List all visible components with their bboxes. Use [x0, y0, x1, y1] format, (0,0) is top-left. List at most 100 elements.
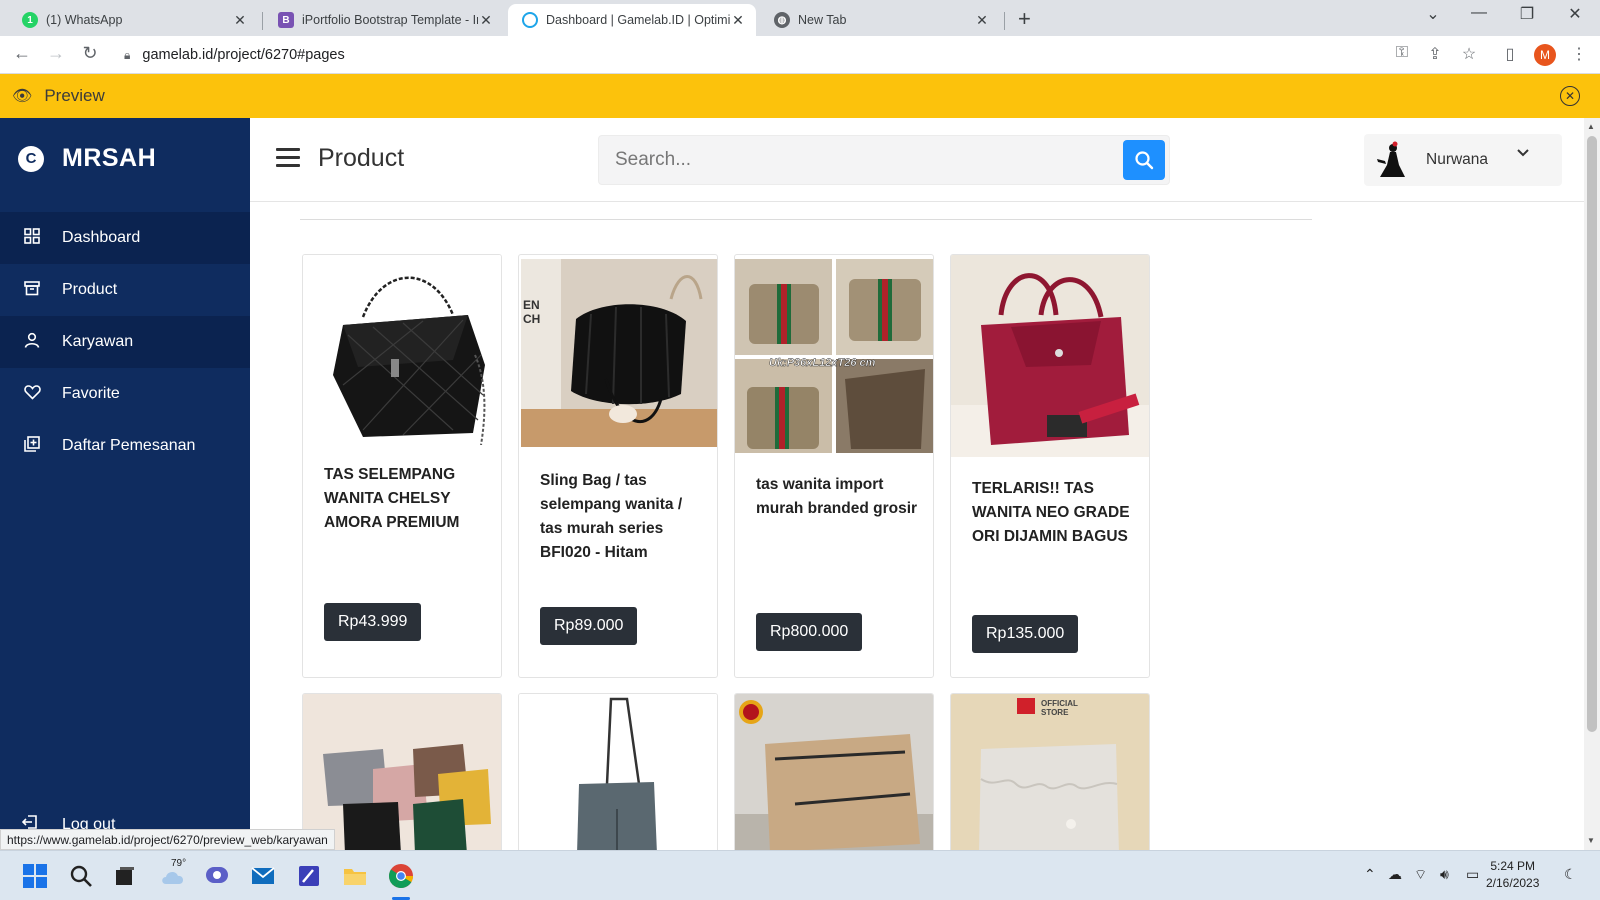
scroll-up-arrow-icon[interactable]: ▲: [1587, 122, 1595, 131]
product-card[interactable]: EN CH Sling Bag / tas selempang wanita /…: [518, 254, 718, 678]
product-price[interactable]: Rp800.000: [756, 613, 863, 651]
product-image: [735, 694, 933, 852]
close-icon[interactable]: ✕: [478, 12, 494, 29]
chrome-icon[interactable]: [386, 861, 416, 891]
svg-text:CH: CH: [523, 312, 540, 326]
image-caption: Uk:P36xL12xT26 cm: [769, 357, 876, 369]
search-button[interactable]: [1123, 140, 1165, 180]
address-bar[interactable]: 🔒︎ gamelab.id/project/6270#pages: [114, 40, 1574, 70]
battery-icon[interactable]: ▭: [1466, 866, 1479, 883]
chevron-up-icon[interactable]: ⌃: [1364, 866, 1376, 883]
close-icon[interactable]: ✕: [232, 12, 248, 29]
tab-iportfolio[interactable]: B iPortfolio Bootstrap Template - In ✕: [264, 4, 504, 36]
user-menu[interactable]: Nurwana: [1364, 134, 1562, 186]
clock-date: 2/16/2023: [1486, 876, 1540, 890]
search-box: [598, 135, 1170, 185]
tab-title: New Tab: [798, 13, 847, 27]
product-name: TAS SELEMPANG WANITA CHELSY AMORA PREMIU…: [324, 466, 460, 531]
weather-temp: 79°: [171, 858, 187, 869]
windows-start-icon[interactable]: [20, 861, 50, 891]
product-name: tas wanita import murah branded grosir: [756, 476, 918, 517]
page-title: Product: [318, 144, 405, 172]
side-panel-icon[interactable]: ▯: [1499, 44, 1521, 64]
reload-icon[interactable]: ↻: [78, 43, 102, 64]
product-name: TERLARIS!! TAS WANITA NEO GRADE ORI DIJA…: [972, 480, 1130, 545]
taskbar: [0, 850, 1600, 900]
tab-title: (1) WhatsApp: [46, 13, 123, 27]
brand[interactable]: C MRSAH: [18, 144, 156, 173]
sidebar-item-karyawan[interactable]: Karyawan: [0, 316, 250, 368]
clock[interactable]: 5:24 PM 2/16/2023: [1486, 858, 1539, 892]
tab-whatsapp[interactable]: 1 (1) WhatsApp ✕: [8, 4, 258, 36]
user-icon: [22, 332, 42, 352]
product-card[interactable]: Uk:P36xL12xT26 cm tas wanita import mura…: [734, 254, 934, 678]
search-icon: [1135, 151, 1154, 170]
product-price[interactable]: Rp89.000: [540, 607, 638, 645]
profile-avatar[interactable]: M: [1534, 44, 1556, 66]
product-card[interactable]: TAS SELEMPANG WANITA CHELSY AMORA PREMIU…: [302, 254, 502, 678]
kebab-menu-icon[interactable]: ⋮: [1568, 44, 1590, 64]
tab-separator: [262, 12, 263, 30]
product-price[interactable]: Rp43.999: [324, 603, 422, 641]
tab-title: Dashboard | Gamelab.ID | Optimi: [546, 13, 730, 27]
bootstrap-icon: B: [278, 12, 294, 28]
volume-icon[interactable]: 🔊︎: [1440, 866, 1449, 883]
bookmark-star-icon[interactable]: ☆: [1458, 44, 1480, 64]
close-preview-icon[interactable]: ✕: [1560, 86, 1580, 106]
chat-icon[interactable]: [202, 861, 232, 891]
tab-new-tab[interactable]: ◍ New Tab ✕: [760, 4, 1000, 36]
forward-arrow-icon[interactable]: →: [44, 43, 68, 64]
vertical-scrollbar[interactable]: ▲ ▼: [1584, 118, 1600, 850]
globe-icon: ◍: [774, 12, 790, 28]
back-arrow-icon[interactable]: ←: [10, 43, 34, 64]
archive-icon: [22, 280, 42, 300]
clock-time: 5:24 PM: [1490, 859, 1536, 873]
sidebar-item-daftar-pemesanan[interactable]: Daftar Pemesanan: [0, 420, 250, 472]
share-icon[interactable]: ⇪: [1424, 44, 1446, 64]
product-card[interactable]: TERLARIS!! TAS WANITA NEO GRADE ORI DIJA…: [950, 254, 1150, 678]
product-name: Sling Bag / tas selempang wanita / tas m…: [540, 472, 683, 561]
preview-label: Preview: [44, 86, 105, 105]
product-card[interactable]: [734, 693, 934, 853]
wifi-icon[interactable]: ⌔: [1414, 866, 1427, 884]
mail-icon[interactable]: [248, 861, 278, 891]
sidebar-item-label: Karyawan: [62, 333, 134, 350]
product-card[interactable]: OFFICIAL STORE: [950, 693, 1150, 853]
product-card[interactable]: [518, 693, 718, 853]
onedrive-icon[interactable]: ☁: [1388, 866, 1402, 883]
browser-toolbar: ← → ↻ 🔒︎ gamelab.id/project/6270#pages ⚿…: [0, 36, 1600, 74]
minimize-icon[interactable]: —: [1464, 4, 1494, 22]
grid-icon: [22, 228, 42, 248]
new-tab-plus-icon[interactable]: +: [1018, 6, 1031, 32]
whatsapp-icon: 1: [22, 12, 38, 28]
file-explorer-icon[interactable]: [340, 861, 370, 891]
sidebar-menu: Dashboard Product Karyawan Favorite Daft…: [0, 212, 250, 472]
notification-icon[interactable]: ☾: [1564, 866, 1577, 883]
svg-text:OFFICIAL: OFFICIAL: [1041, 699, 1078, 708]
sidebar-item-product[interactable]: Product: [0, 264, 250, 316]
window-close-icon[interactable]: ✕: [1560, 4, 1590, 24]
search-icon[interactable]: [66, 861, 96, 891]
content-divider: [300, 219, 1312, 220]
scroll-down-arrow-icon[interactable]: ▼: [1587, 836, 1595, 845]
edit-app-icon[interactable]: [294, 861, 324, 891]
restore-icon[interactable]: ❐: [1512, 4, 1542, 24]
key-icon[interactable]: ⚿: [1391, 44, 1413, 62]
close-icon[interactable]: ✕: [730, 12, 746, 29]
close-icon[interactable]: ✕: [974, 12, 990, 29]
task-view-icon[interactable]: [110, 861, 140, 891]
brand-name: MRSAH: [62, 144, 157, 172]
hamburger-menu-icon[interactable]: [276, 148, 300, 172]
sidebar-item-favorite[interactable]: Favorite: [0, 368, 250, 420]
sidebar-item-label: Daftar Pemesanan: [62, 437, 196, 454]
product-price[interactable]: Rp135.000: [972, 615, 1079, 653]
product-image: OFFICIAL STORE: [951, 694, 1149, 852]
tab-search-chevron-icon[interactable]: ⌄: [1418, 4, 1448, 24]
tab-dashboard-gamelab[interactable]: Dashboard | Gamelab.ID | Optimi ✕: [508, 4, 756, 36]
scrollbar-thumb[interactable]: [1587, 136, 1597, 732]
avatar: [1372, 139, 1412, 181]
search-input[interactable]: [599, 136, 1109, 184]
lock-icon: 🔒︎: [124, 47, 131, 62]
url-text: gamelab.id/project/6270#pages: [142, 47, 345, 63]
sidebar-item-dashboard[interactable]: Dashboard: [0, 212, 250, 264]
